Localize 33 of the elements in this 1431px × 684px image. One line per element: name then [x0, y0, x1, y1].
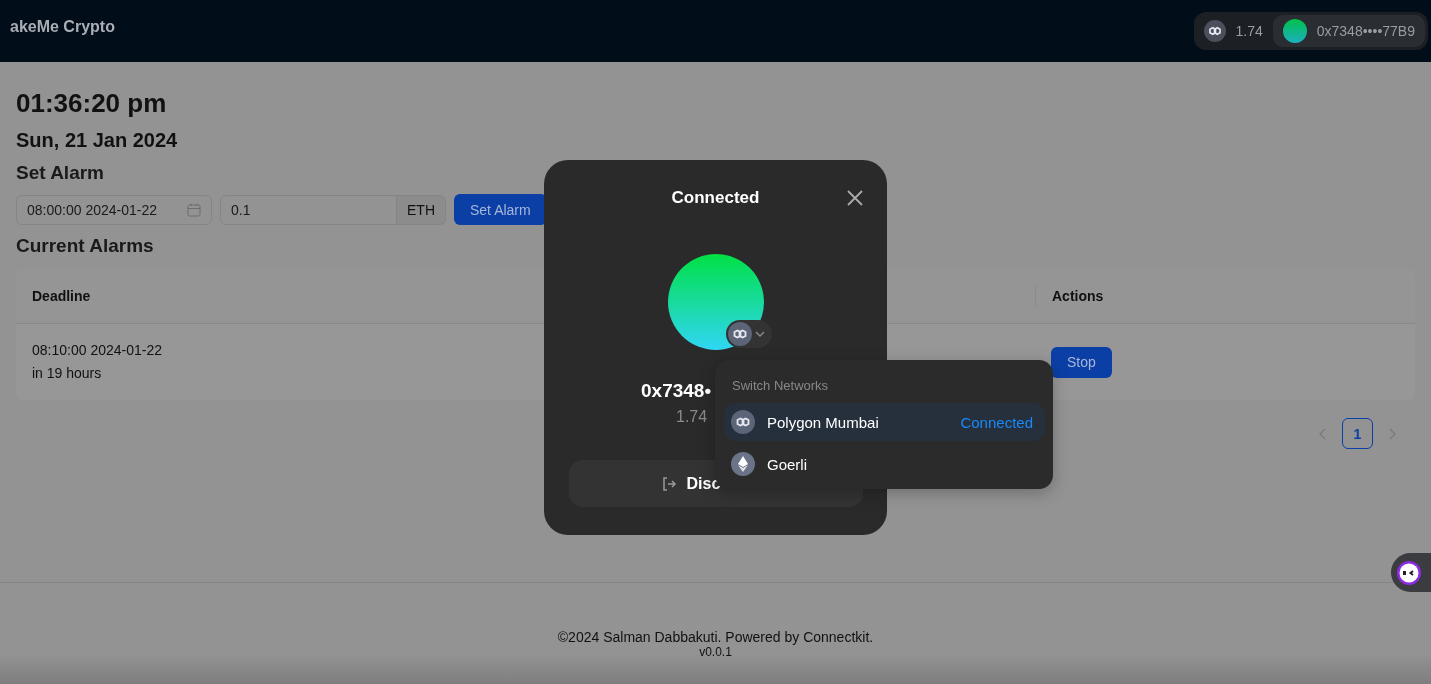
app-title: akeMe Crypto	[10, 18, 115, 36]
balance-text: 1.74	[1235, 23, 1263, 39]
amount-field[interactable]: 0.1	[220, 194, 397, 225]
close-icon[interactable]	[847, 190, 863, 206]
deadline-cell-text: 08:10:00 2024-01-22 in 19 hours	[31, 341, 163, 383]
set-alarm-button[interactable]: Set Alarm	[454, 194, 547, 225]
stop-button[interactable]: Stop	[1051, 346, 1112, 378]
clock-date: Sun, 21 Jan 2024	[16, 129, 179, 152]
chain-link-icon	[727, 322, 752, 346]
section-heading: Current Alarms	[16, 235, 155, 257]
clock-time: 01:36:20 pm	[16, 88, 168, 119]
version-text: v0.0.1	[699, 645, 732, 659]
page-button[interactable]: 1	[1342, 418, 1373, 449]
datetime-field[interactable]: 08:00:00 2024-01-22	[16, 194, 212, 225]
calendar-icon	[187, 202, 201, 217]
network-switch-button[interactable]	[725, 320, 772, 348]
network-item[interactable]: Polygon Mumbai Connected	[724, 403, 1045, 441]
robot-face-icon[interactable]	[1396, 559, 1422, 586]
modal-title: Connected	[671, 188, 760, 208]
section-heading: Set Alarm	[16, 162, 105, 184]
copyright-text: ©2024 Salman Dabbakuti. Powered by Connectkit.	[557, 629, 874, 645]
chain-link-icon	[731, 410, 755, 434]
account-button[interactable]: 0x7348••••77B9	[1272, 15, 1425, 47]
column-header: Actions	[1052, 288, 1104, 304]
menu-heading: Switch Networks	[732, 378, 829, 393]
logout-icon	[660, 475, 677, 492]
wallet-balance: 1.74	[676, 408, 708, 426]
chevron-down-icon	[753, 328, 766, 340]
avatar-icon	[1282, 19, 1307, 43]
column-header: Deadline	[32, 288, 91, 304]
unit-label: ETH	[397, 194, 446, 225]
chain-link-icon	[1203, 20, 1226, 42]
wallet-address: 0x7348•	[641, 380, 712, 402]
